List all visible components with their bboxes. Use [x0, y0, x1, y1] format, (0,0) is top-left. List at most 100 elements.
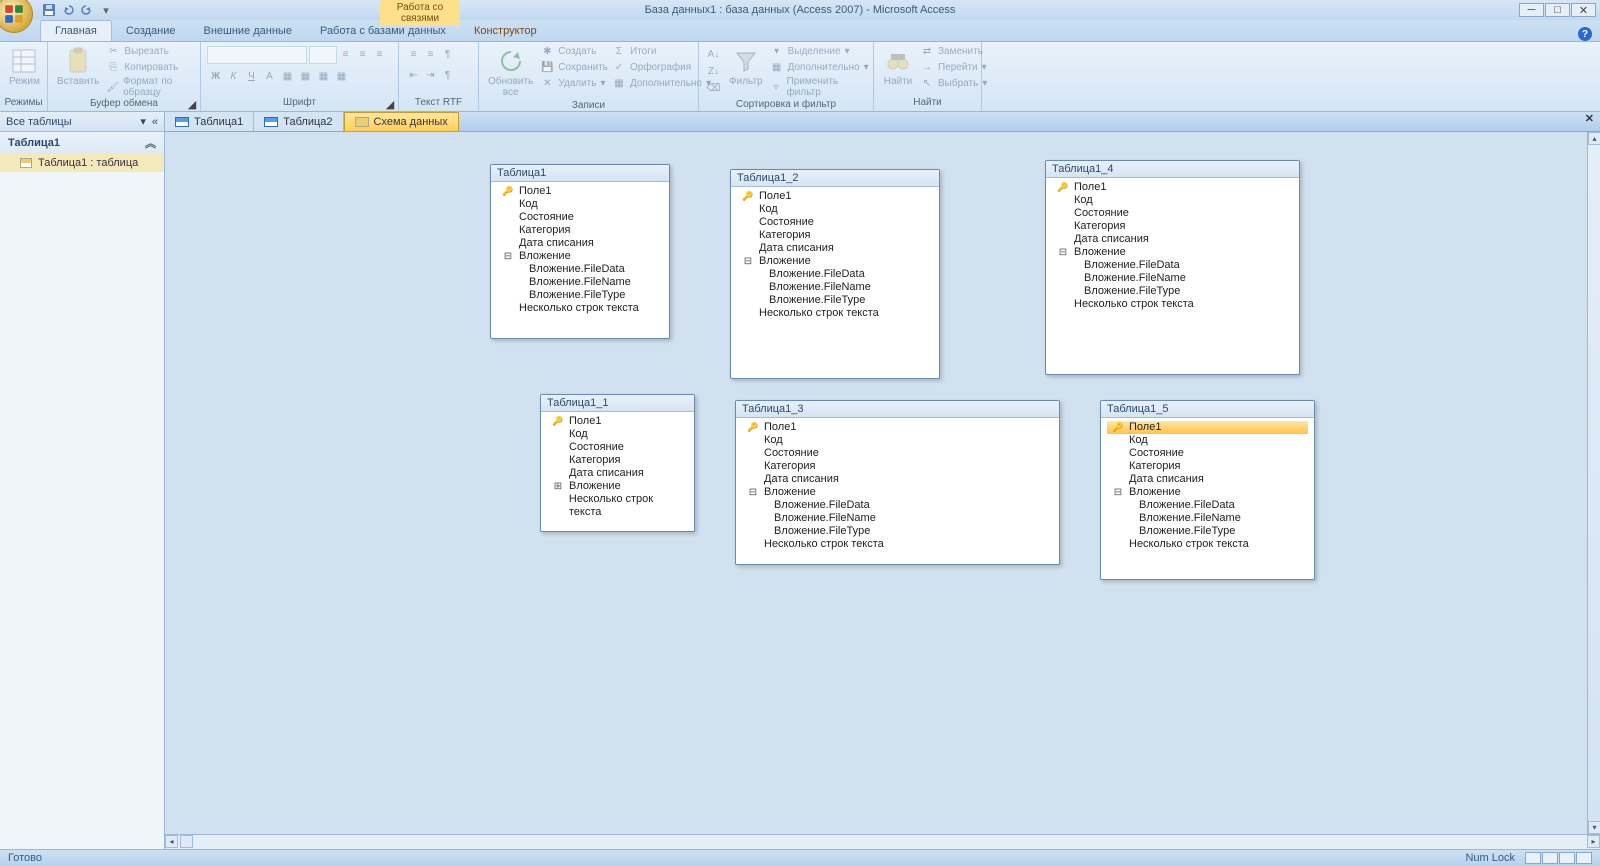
- table-field[interactable]: Вложение.FileType: [737, 294, 933, 307]
- numbering-button[interactable]: ≡: [422, 46, 439, 63]
- scroll-thumb[interactable]: [180, 835, 193, 848]
- find-button[interactable]: Найти: [878, 44, 918, 97]
- replace-button[interactable]: ⇄Заменить: [920, 44, 987, 58]
- align-center-button[interactable]: ≡: [354, 46, 371, 63]
- close-button[interactable]: ✕: [1571, 3, 1596, 17]
- doc-tab-table1[interactable]: Таблица1: [165, 112, 254, 131]
- table-box-header[interactable]: Таблица1_3: [736, 401, 1059, 418]
- font-color-button[interactable]: A: [261, 68, 278, 85]
- mode-button[interactable]: Режим: [4, 44, 45, 97]
- more-records-button[interactable]: ▦Дополнительно▾: [612, 76, 711, 90]
- table-field[interactable]: Вложение: [1107, 486, 1308, 499]
- tab-designer[interactable]: Конструктор: [460, 21, 551, 41]
- table-field[interactable]: Вложение.FileName: [1107, 512, 1308, 525]
- nav-header[interactable]: Все таблицы ▾ «: [0, 112, 164, 132]
- table-field[interactable]: Состояние: [497, 211, 663, 224]
- nav-group-label[interactable]: Таблица1 ︽: [0, 132, 164, 154]
- table-field[interactable]: Поле1: [742, 421, 1053, 434]
- create-record-button[interactable]: ✱Создать: [540, 44, 608, 58]
- table-field[interactable]: Категория: [547, 454, 688, 467]
- cut-button[interactable]: ✂Вырезать: [106, 44, 194, 58]
- table-field[interactable]: Код: [497, 198, 663, 211]
- filter-advanced-button[interactable]: ▦Дополнительно▾: [770, 60, 869, 74]
- table-field[interactable]: Категория: [1052, 220, 1293, 233]
- table-field[interactable]: Вложение: [547, 480, 688, 493]
- totals-button[interactable]: ΣИтоги: [612, 44, 711, 58]
- indent-inc-button[interactable]: ⇥: [422, 67, 439, 84]
- table-field[interactable]: Несколько строк текста: [497, 302, 663, 315]
- table-field[interactable]: Код: [1052, 194, 1293, 207]
- table-field[interactable]: Несколько строк текста: [547, 493, 688, 519]
- clipboard-launcher-icon[interactable]: ◢: [186, 98, 198, 110]
- nav-item-table1[interactable]: Таблица1 : таблица: [0, 154, 164, 172]
- filter-button[interactable]: Фильтр: [724, 44, 768, 99]
- table-box-header[interactable]: Таблица1_4: [1046, 161, 1299, 178]
- align-right-button[interactable]: ≡: [371, 46, 388, 63]
- table-field[interactable]: Состояние: [1052, 207, 1293, 220]
- table-field[interactable]: Вложение.FileType: [1107, 525, 1308, 538]
- doc-tab-table2[interactable]: Таблица2: [254, 112, 343, 131]
- table-field[interactable]: Вложение.FileType: [1052, 285, 1293, 298]
- doc-tab-schema[interactable]: Схема данных: [344, 112, 459, 131]
- table-field[interactable]: Вложение: [1052, 246, 1293, 259]
- table-box-b1[interactable]: Таблица1Поле1КодСостояниеКатегорияДата с…: [490, 164, 670, 339]
- table-field[interactable]: Вложение: [742, 486, 1053, 499]
- table-field[interactable]: Дата списания: [1107, 473, 1308, 486]
- toggle-filter-button[interactable]: ▿Применить фильтр: [770, 76, 869, 98]
- table-field[interactable]: Поле1: [497, 185, 663, 198]
- view-button-2[interactable]: [1542, 852, 1558, 864]
- indent-dec-button[interactable]: ⇤: [405, 67, 422, 84]
- sort-desc-button[interactable]: Z↓: [705, 63, 722, 80]
- table-field[interactable]: Вложение.FileName: [742, 512, 1053, 525]
- table-field[interactable]: Вложение.FileType: [742, 525, 1053, 538]
- table-field[interactable]: Дата списания: [1052, 233, 1293, 246]
- maximize-button[interactable]: □: [1545, 3, 1570, 17]
- chevron-down-icon[interactable]: ▾: [140, 115, 146, 128]
- tab-home[interactable]: Главная: [40, 20, 112, 41]
- table-field[interactable]: Вложение.FileData: [1052, 259, 1293, 272]
- help-icon[interactable]: ?: [1578, 27, 1592, 41]
- table-box-header[interactable]: Таблица1_5: [1101, 401, 1314, 418]
- table-field[interactable]: Вложение.FileData: [1107, 499, 1308, 512]
- table-field[interactable]: Вложение.FileData: [742, 499, 1053, 512]
- sort-asc-button[interactable]: A↓: [705, 46, 722, 63]
- table-field[interactable]: Код: [737, 203, 933, 216]
- table-field[interactable]: Вложение.FileName: [1052, 272, 1293, 285]
- paste-button[interactable]: Вставить: [52, 44, 104, 98]
- table-box-header[interactable]: Таблица1_2: [731, 170, 939, 187]
- gridlines-button[interactable]: ▦: [315, 68, 332, 85]
- view-button-3[interactable]: [1559, 852, 1575, 864]
- italic-button[interactable]: К: [225, 68, 242, 85]
- table-field[interactable]: Состояние: [737, 216, 933, 229]
- relationship-canvas[interactable]: Таблица1Поле1КодСостояниеКатегорияДата с…: [165, 132, 1587, 834]
- table-box-header[interactable]: Таблица1: [491, 165, 669, 182]
- table-box-header[interactable]: Таблица1_1: [541, 395, 694, 412]
- ltr-button[interactable]: ¶: [439, 46, 456, 63]
- table-field[interactable]: Вложение.FileData: [497, 263, 663, 276]
- qat-more-icon[interactable]: ▾: [97, 2, 115, 18]
- save-record-button[interactable]: 💾Сохранить: [540, 60, 608, 74]
- select-button[interactable]: ↖Выбрать▾: [920, 76, 987, 90]
- table-field[interactable]: Поле1: [1052, 181, 1293, 194]
- format-painter-button[interactable]: 🖌Формат по образцу: [106, 76, 194, 98]
- tab-external[interactable]: Внешние данные: [190, 21, 306, 41]
- table-field[interactable]: Категория: [737, 229, 933, 242]
- table-field[interactable]: Вложение.FileType: [497, 289, 663, 302]
- vertical-scrollbar[interactable]: ▴ ▾: [1587, 132, 1600, 834]
- table-field[interactable]: Состояние: [1107, 447, 1308, 460]
- scroll-right-icon[interactable]: ▸: [1587, 835, 1600, 848]
- nav-collapse-icon[interactable]: «: [152, 116, 158, 128]
- table-box-b6[interactable]: Таблица1_5Поле1КодСостояниеКатегорияДата…: [1100, 400, 1315, 580]
- table-field[interactable]: Несколько строк текста: [1052, 298, 1293, 311]
- tab-create[interactable]: Создание: [112, 21, 190, 41]
- goto-button[interactable]: →Перейти▾: [920, 60, 987, 74]
- table-field[interactable]: Вложение.FileName: [737, 281, 933, 294]
- align-left-button[interactable]: ≡: [337, 46, 354, 63]
- table-field[interactable]: Дата списания: [547, 467, 688, 480]
- table-field[interactable]: Вложение.FileName: [497, 276, 663, 289]
- table-box-b3[interactable]: Таблица1_4 Поле1КодСостояниеКатегорияДата…: [1045, 160, 1300, 375]
- table-field[interactable]: Состояние: [547, 441, 688, 454]
- table-field[interactable]: Дата списания: [497, 237, 663, 250]
- table-field[interactable]: Несколько строк текста: [737, 307, 933, 320]
- redo-icon[interactable]: [78, 2, 96, 18]
